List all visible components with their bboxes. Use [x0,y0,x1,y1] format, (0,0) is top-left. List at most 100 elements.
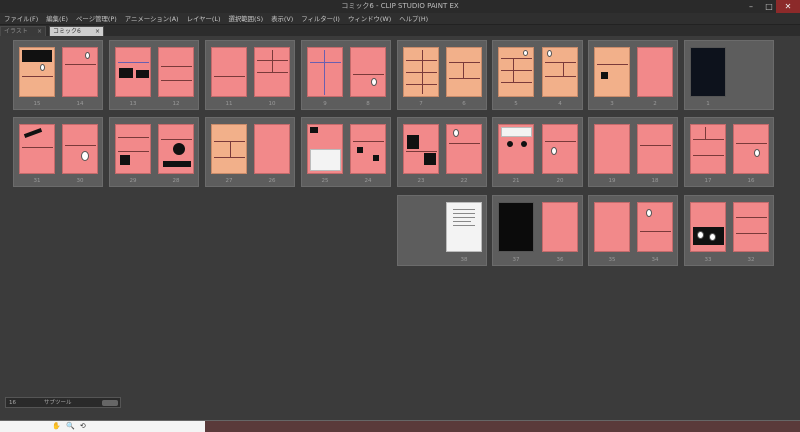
status-segment [0,421,205,432]
page-number: 31 [33,178,41,184]
page-thumbnail[interactable] [307,47,343,97]
page-manager: 15 14 13 12 11 10 9 8 7 6 5 4 3 2 1 31 3… [0,36,800,420]
spread: 7 6 [397,40,487,110]
spread: 25 24 [301,117,391,187]
menu-filter[interactable]: フィルター(I) [297,13,344,24]
page-thumbnail[interactable] [498,202,534,252]
page-thumbnail[interactable] [446,124,482,174]
page-thumbnail[interactable] [62,47,98,97]
spread: 11 10 [205,40,295,110]
menu-layer[interactable]: レイヤー(L) [183,13,225,24]
page-thumbnail[interactable] [542,47,578,97]
page-number: 11 [225,101,233,107]
page-number: 23 [417,178,425,184]
page-thumbnail[interactable] [115,47,151,97]
menu-help[interactable]: ヘルプ(H) [395,13,432,24]
page-thumbnail[interactable] [62,124,98,174]
menu-selection[interactable]: 選択範囲(S) [224,13,267,24]
zoom-slider[interactable] [102,400,118,406]
spread: 29 28 [109,117,199,187]
spread: 15 14 [13,40,103,110]
page-thumbnail[interactable] [637,124,673,174]
spread: 31 30 [13,117,103,187]
page-thumbnail[interactable] [690,124,726,174]
page-number: 13 [129,101,137,107]
page-thumbnail[interactable] [637,47,673,97]
page-thumbnail[interactable] [211,47,247,97]
spread: 21 20 [492,117,583,187]
page-thumbnail[interactable] [403,47,439,97]
menu-animation[interactable]: アニメーション(A) [121,13,183,24]
page-number: 28 [172,178,180,184]
page-thumbnail[interactable] [690,47,726,97]
page-thumbnail[interactable] [254,124,290,174]
page-number: 10 [268,101,276,107]
page-number: 24 [364,178,372,184]
page-number: 14 [76,101,84,107]
minimize-button[interactable]: – [742,0,760,13]
page-number: 34 [651,257,659,263]
page-number: 22 [460,178,468,184]
page-thumbnail[interactable] [446,202,482,252]
page-thumbnail[interactable] [594,202,630,252]
menu-window[interactable]: ウィンドウ(W) [344,13,395,24]
window-title: コミック6 - CLIP STUDIO PAINT EX [341,2,459,10]
page-thumbnail[interactable] [542,202,578,252]
page-number: 27 [225,178,233,184]
app-window: コミック6 - CLIP STUDIO PAINT EX – □ ✕ ファイル(… [0,0,800,432]
menu-view[interactable]: 表示(V) [267,13,297,24]
page-number: 7 [419,101,423,107]
spread: 23 22 [397,117,487,187]
spread: 13 12 [109,40,199,110]
close-button[interactable]: ✕ [776,0,800,13]
page-thumbnail[interactable] [19,124,55,174]
status-right [205,421,800,432]
page-thumbnail[interactable] [594,47,630,97]
page-thumbnail[interactable] [498,47,534,97]
page-number: 3 [610,101,614,107]
page-thumbnail[interactable] [446,47,482,97]
menu-bar: ファイル(F) 編集(E) ページ管理(P) アニメーション(A) レイヤー(L… [0,13,800,25]
hand-icon[interactable]: ✋ [52,422,61,430]
page-thumbnail[interactable] [158,124,194,174]
page-thumbnail[interactable] [733,124,769,174]
page-number: 15 [33,101,41,107]
page-number: 5 [514,101,518,107]
page-thumbnail[interactable] [542,124,578,174]
rotate-icon[interactable]: ⟲ [80,422,86,430]
page-thumbnail[interactable] [254,47,290,97]
page-number: 29 [129,178,137,184]
page-number: 38 [460,257,468,263]
spread: 33 32 [684,195,774,266]
zoom-panel[interactable]: 16 サブツール [5,397,121,408]
page-thumbnail[interactable] [158,47,194,97]
tab-comic[interactable]: コミック6 × [49,26,104,36]
zoom-icon[interactable]: 🔍 [66,422,75,430]
page-thumbnail[interactable] [690,202,726,252]
page-thumbnail[interactable] [307,124,343,174]
page-number: 35 [608,257,616,263]
status-bar: ✋ 🔍 ⟲ [0,420,800,432]
page-thumbnail[interactable] [594,124,630,174]
menu-edit[interactable]: 編集(E) [42,13,72,24]
menu-file[interactable]: ファイル(F) [0,13,42,24]
page-number: 32 [747,257,755,263]
page-thumbnail[interactable] [115,124,151,174]
page-number: 26 [268,178,276,184]
page-thumbnail[interactable] [350,47,386,97]
page-thumbnail[interactable] [403,124,439,174]
menu-page[interactable]: ページ管理(P) [72,13,121,24]
page-number: 36 [556,257,564,263]
page-thumbnail[interactable] [637,202,673,252]
page-thumbnail[interactable] [498,124,534,174]
tab-bar: イラスト × コミック6 × [0,25,800,36]
tab-illust[interactable]: イラスト × [0,26,46,36]
page-number: 20 [556,178,564,184]
page-thumbnail[interactable] [19,47,55,97]
status-tools: ✋ 🔍 ⟲ [52,422,89,430]
spread: 35 34 [588,195,678,266]
zoom-value: 16 [9,400,16,406]
page-thumbnail[interactable] [211,124,247,174]
page-thumbnail[interactable] [733,202,769,252]
page-thumbnail[interactable] [350,124,386,174]
